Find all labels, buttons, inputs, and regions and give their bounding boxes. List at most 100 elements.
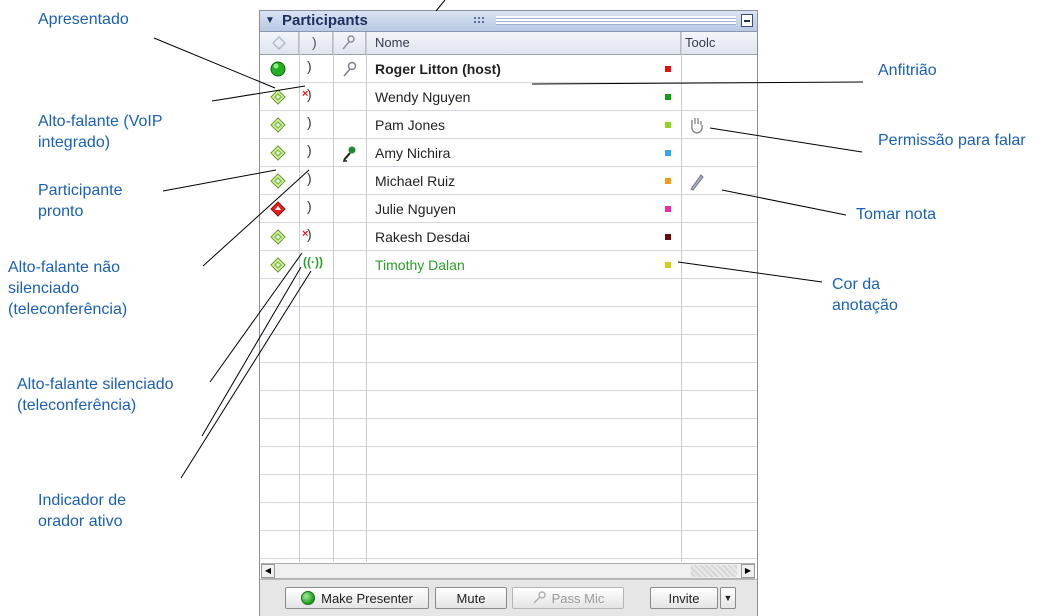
invite-button[interactable]: Invite bbox=[650, 587, 718, 609]
participant-name: Amy Nichira bbox=[375, 145, 451, 161]
participant-name: Rakesh Desdai bbox=[375, 229, 470, 245]
pass-mic-icon bbox=[533, 591, 546, 604]
header-status[interactable] bbox=[260, 32, 299, 54]
mute-label: Mute bbox=[456, 590, 486, 606]
green-diamond-icon bbox=[270, 257, 286, 273]
column-divider bbox=[366, 32, 367, 562]
green-circle-icon bbox=[270, 61, 286, 77]
participant-row[interactable]: ) Pam Jones bbox=[260, 111, 757, 139]
scroll-right-arrow-icon[interactable]: ▶ bbox=[741, 564, 755, 578]
header-name[interactable]: Nome bbox=[366, 32, 681, 54]
invite-label: Invite bbox=[668, 590, 700, 606]
column-name-label: Nome bbox=[375, 35, 410, 50]
speaker-icon[interactable]: ) bbox=[307, 58, 312, 74]
header-tools[interactable]: Toolc bbox=[681, 32, 757, 54]
raise-hand-icon bbox=[691, 118, 703, 134]
annotation-color-swatch bbox=[665, 234, 671, 240]
participants-list: ) Roger Litton (host) ×) Wendy Nguyen) Pam J… bbox=[260, 55, 757, 559]
empty-row bbox=[260, 335, 757, 363]
participant-name: Timothy Dalan bbox=[375, 257, 465, 273]
participant-row[interactable]: ((·)) Timothy Dalan bbox=[260, 251, 757, 279]
callout-annotation-color: Cor da anotação bbox=[832, 276, 898, 314]
invite-dropdown-button[interactable]: ▼ bbox=[720, 587, 736, 609]
participant-name: Michael Ruiz bbox=[375, 173, 456, 189]
green-diamond-icon bbox=[270, 173, 286, 189]
collapse-arrow-icon[interactable]: ▼ bbox=[264, 15, 276, 27]
annotation-color-swatch bbox=[665, 178, 671, 184]
scroll-thumb[interactable] bbox=[691, 565, 737, 577]
mic-header-icon bbox=[342, 35, 355, 50]
participant-row[interactable]: ) Roger Litton (host) bbox=[260, 55, 757, 83]
minimize-icon bbox=[744, 20, 750, 22]
participant-row[interactable]: ×) Wendy Nguyen bbox=[260, 83, 757, 111]
panel-titlebar: ▼ Participants bbox=[260, 11, 757, 32]
microphone-icon[interactable] bbox=[341, 144, 357, 162]
microphone-icon[interactable] bbox=[341, 60, 357, 78]
callout-permission-to-speak: Permissão para falar bbox=[878, 132, 1026, 149]
empty-row bbox=[260, 391, 757, 419]
participant-name: Roger Litton (host) bbox=[375, 61, 501, 77]
speaker-icon[interactable]: ) bbox=[307, 198, 312, 214]
green-diamond-icon bbox=[270, 145, 286, 161]
scroll-left-arrow-icon[interactable]: ◀ bbox=[261, 564, 275, 578]
grip-icon[interactable] bbox=[474, 17, 486, 25]
empty-row bbox=[260, 279, 757, 307]
mute-button[interactable]: Mute bbox=[435, 587, 507, 609]
empty-row bbox=[260, 531, 757, 559]
callout-speaker-muted: Alto-falante silenciado (teleconferência… bbox=[17, 376, 174, 414]
speaker-header-icon: ) bbox=[312, 34, 317, 50]
red-diamond-icon bbox=[270, 201, 286, 217]
callout-take-note: Tomar nota bbox=[856, 206, 937, 223]
annotation-color-swatch bbox=[665, 150, 671, 156]
column-tools-label: Toolc bbox=[685, 35, 716, 50]
annotation-color-swatch bbox=[665, 94, 671, 100]
participant-row[interactable]: ) Julie Nguyen bbox=[260, 195, 757, 223]
make-presenter-label: Make Presenter bbox=[321, 590, 413, 606]
active-speaker-icon: ((·)) bbox=[303, 255, 323, 269]
header-mic[interactable] bbox=[333, 32, 366, 54]
pass-mic-label: Pass Mic bbox=[551, 590, 605, 606]
speaker-icon[interactable]: ) bbox=[307, 114, 312, 130]
empty-row bbox=[260, 447, 757, 475]
empty-row bbox=[260, 503, 757, 531]
annotation-color-swatch bbox=[665, 262, 671, 268]
callout-participant-ready: Participante pronto bbox=[38, 182, 123, 220]
green-diamond-icon bbox=[270, 89, 286, 105]
column-divider bbox=[333, 32, 334, 562]
callout-voip-speaker: Alto-falante (VoIP integrado) bbox=[38, 113, 163, 151]
participant-name: Pam Jones bbox=[375, 117, 446, 133]
participants-panel: ▼ Participants ) Nome Toolc ) Roger Litto… bbox=[259, 10, 758, 616]
minimize-button[interactable] bbox=[741, 14, 753, 27]
callout-presenter: Apresentado bbox=[38, 11, 129, 28]
column-divider bbox=[299, 32, 300, 562]
status-header-icon bbox=[272, 36, 286, 50]
empty-row bbox=[260, 307, 757, 335]
column-divider bbox=[681, 32, 682, 562]
make-presenter-button[interactable]: Make Presenter bbox=[285, 587, 429, 609]
header-audio[interactable]: ) bbox=[299, 32, 333, 54]
empty-row bbox=[260, 419, 757, 447]
participant-row[interactable]: ) Michael Ruiz bbox=[260, 167, 757, 195]
participant-row[interactable]: ×) Rakesh Desdai bbox=[260, 223, 757, 251]
participants-header: ) Nome Toolc bbox=[260, 32, 757, 55]
participant-row[interactable]: ) Amy Nichira bbox=[260, 139, 757, 167]
callout-host: Anfitrião bbox=[878, 62, 937, 79]
leader-presenter bbox=[153, 37, 276, 89]
green-diamond-icon bbox=[270, 117, 286, 133]
speaker-icon[interactable]: ) bbox=[307, 142, 312, 158]
annotation-color-swatch bbox=[665, 206, 671, 212]
pass-mic-button[interactable]: Pass Mic bbox=[512, 587, 624, 609]
dropdown-arrow-icon: ▼ bbox=[723, 593, 733, 603]
panel-footer: Make Presenter Mute Pass Mic Invite ▼ bbox=[260, 579, 757, 616]
annotation-color-swatch bbox=[665, 66, 671, 72]
participant-name: Julie Nguyen bbox=[375, 201, 456, 217]
participant-name: Wendy Nguyen bbox=[375, 89, 471, 105]
drag-handle[interactable] bbox=[496, 16, 736, 25]
horizontal-scrollbar[interactable]: ◀ ▶ bbox=[261, 563, 755, 579]
green-diamond-icon bbox=[270, 229, 286, 245]
panel-title: Participants bbox=[282, 12, 368, 29]
empty-row bbox=[260, 475, 757, 503]
speaker-icon[interactable]: ) bbox=[307, 170, 312, 186]
annotation-color-swatch bbox=[665, 122, 671, 128]
speaker-icon: ) bbox=[307, 86, 312, 102]
